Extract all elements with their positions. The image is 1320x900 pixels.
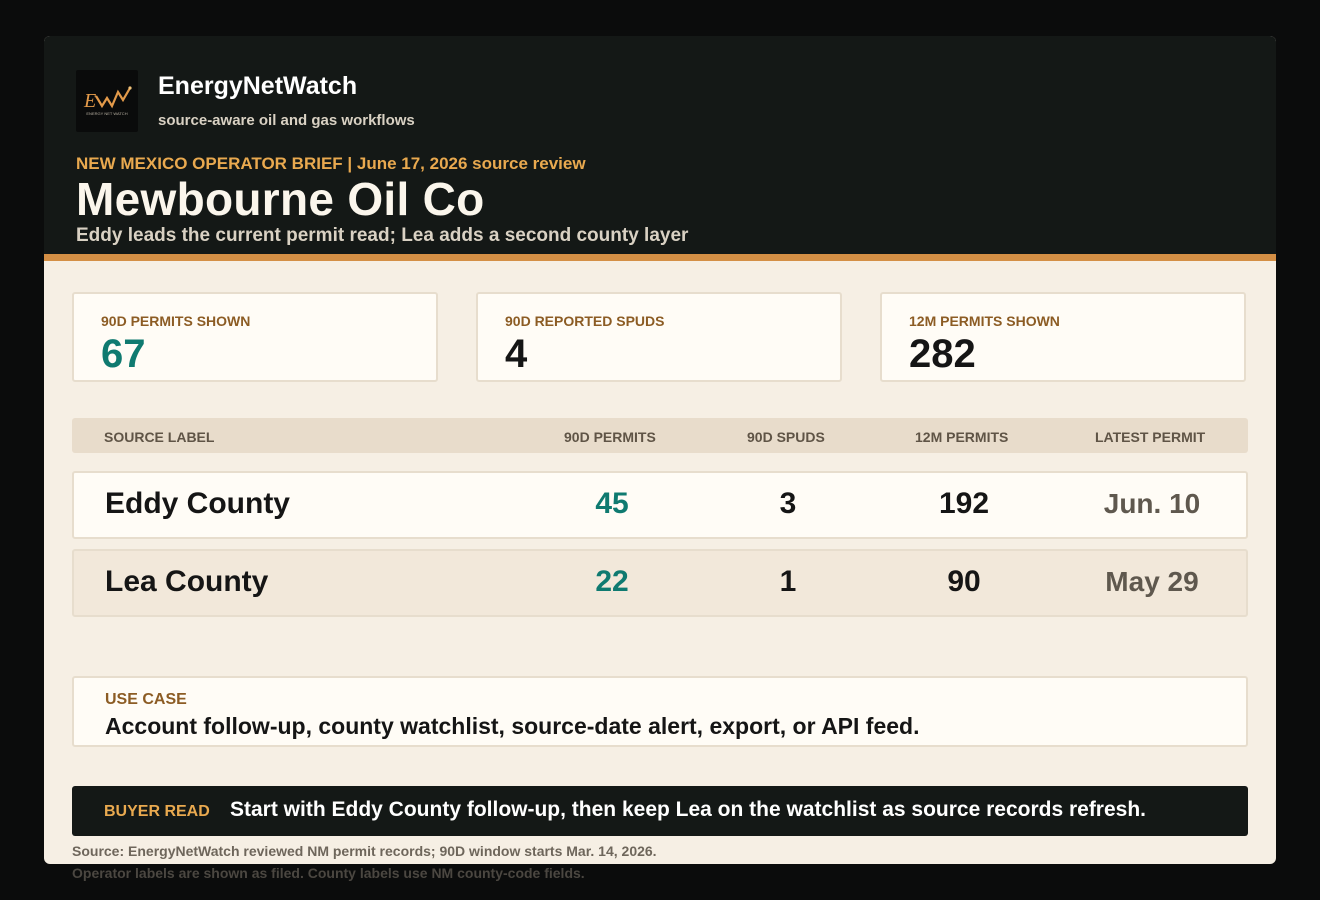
brief-eyebrow: NEW MEXICO OPERATOR BRIEF | June 17, 202…: [76, 154, 586, 173]
brand-name: EnergyNetWatch: [158, 72, 358, 100]
source-footnote: Source: EnergyNetWatch reviewed NM permi…: [72, 843, 657, 859]
column-header-source-label: SOURCE LABEL: [104, 429, 215, 445]
stat-card-90d-permits: 90D PERMITS SHOWN 67: [72, 292, 438, 382]
header-accent-rule: [44, 254, 1276, 261]
row-12m-permits: 90: [947, 565, 981, 598]
brief-subtitle: Eddy leads the current permit read; Lea …: [76, 225, 689, 246]
stat-label: 12M PERMITS SHOWN: [909, 313, 1060, 329]
buyer-read-text: Start with Eddy County follow-up, then k…: [230, 798, 1147, 821]
row-latest-permit: Jun. 10: [1103, 488, 1201, 519]
table-row: Eddy County 45 3 192 Jun. 10: [72, 471, 1248, 539]
stat-value: 67: [101, 332, 146, 376]
buyer-read-label: BUYER READ: [104, 803, 210, 820]
logo-mark-icon: E ENERGY NET WATCH: [83, 86, 132, 116]
column-header-latest-permit: LATEST PERMIT: [1095, 429, 1206, 445]
stat-card-12m-permits: 12M PERMITS SHOWN 282: [880, 292, 1246, 382]
table-header: SOURCE LABEL 90D PERMITS 90D SPUDS 12M P…: [72, 418, 1248, 453]
svg-text:ENERGY NET WATCH: ENERGY NET WATCH: [86, 111, 127, 116]
use-case-box: USE CASE Account follow-up, county watch…: [72, 676, 1248, 747]
column-header-90d-permits: 90D PERMITS: [564, 429, 656, 445]
stat-label: 90D REPORTED SPUDS: [505, 313, 665, 329]
use-case-label: USE CASE: [105, 691, 187, 708]
row-source-label: Lea County: [105, 565, 269, 598]
row-12m-permits: 192: [938, 487, 990, 520]
row-90d-spuds: 3: [779, 487, 797, 520]
row-latest-permit: May 29: [1105, 566, 1199, 597]
page-title: Mewbourne Oil Co: [76, 173, 485, 225]
row-90d-spuds: 1: [779, 565, 797, 598]
row-90d-permits: 45: [595, 487, 629, 520]
stat-card-90d-spuds: 90D REPORTED SPUDS 4: [476, 292, 842, 382]
use-case-text: Account follow-up, county watchlist, sou…: [105, 713, 920, 739]
stat-value: 4: [505, 332, 528, 376]
column-header-12m-permits: 12M PERMITS: [915, 429, 1009, 445]
stat-value: 282: [909, 332, 976, 376]
row-90d-permits: 22: [595, 565, 629, 598]
brand-tagline: source-aware oil and gas workflows: [158, 112, 415, 129]
labels-footnote: Operator labels are shown as filed. Coun…: [72, 865, 585, 881]
stat-label: 90D PERMITS SHOWN: [101, 313, 251, 329]
energynetwatch-logo: E ENERGY NET WATCH: [76, 70, 138, 132]
buyer-read-bar: BUYER READ Start with Eddy County follow…: [72, 786, 1248, 836]
brief-header: E ENERGY NET WATCH EnergyNetWatch source…: [44, 36, 1276, 254]
table-row: Lea County 22 1 90 May 29: [72, 549, 1248, 617]
row-source-label: Eddy County: [105, 487, 290, 520]
column-header-90d-spuds: 90D SPUDS: [747, 429, 825, 445]
svg-text:E: E: [83, 90, 96, 112]
